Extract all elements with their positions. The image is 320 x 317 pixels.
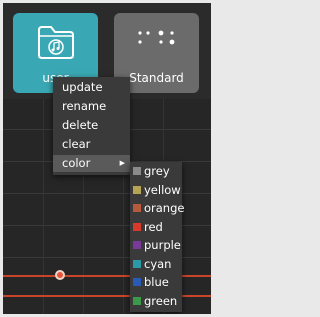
color-submenu: grey yellow orange red purple cyan blue xyxy=(130,162,185,312)
menu-item-delete[interactable]: delete xyxy=(53,117,130,134)
color-option-label: cyan xyxy=(144,256,172,271)
color-option-label: grey xyxy=(144,164,170,178)
dots-grid-icon xyxy=(138,30,175,45)
color-option-label: blue xyxy=(144,275,169,289)
menu-item-color[interactable]: color ▶ xyxy=(53,155,130,172)
color-swatch xyxy=(133,296,141,305)
color-option-label: orange xyxy=(144,201,185,215)
color-swatch xyxy=(133,167,141,175)
color-option-yellow[interactable]: yellow xyxy=(130,181,182,199)
color-option-label: purple xyxy=(144,238,181,252)
color-option-red[interactable]: red xyxy=(130,218,182,236)
color-swatch xyxy=(133,278,141,286)
menu-item-clear[interactable]: clear xyxy=(53,136,130,153)
context-menu: update rename delete clear color ▶ xyxy=(53,77,130,175)
menu-item-label: clear xyxy=(62,137,91,151)
color-option-cyan[interactable]: cyan xyxy=(130,255,182,273)
color-swatch xyxy=(133,222,141,231)
color-option-label: red xyxy=(144,219,163,234)
app-panel: user Standard ▼ update xyxy=(3,3,211,314)
grid-line xyxy=(43,99,44,314)
submenu-arrow-icon: ▶ xyxy=(119,159,125,167)
menu-item-label: color xyxy=(62,156,91,170)
color-swatch xyxy=(133,259,141,268)
color-option-label: green xyxy=(144,293,178,308)
color-option-orange[interactable]: orange xyxy=(130,199,185,217)
color-option-blue[interactable]: blue xyxy=(130,273,182,291)
color-option-green[interactable]: green xyxy=(130,292,182,310)
color-option-grey[interactable]: grey xyxy=(130,162,182,180)
folder-music-icon xyxy=(38,26,74,59)
menu-item-label: delete xyxy=(62,118,99,132)
color-option-purple[interactable]: purple xyxy=(130,236,182,254)
color-swatch xyxy=(133,185,141,194)
menu-item-label: rename xyxy=(62,99,107,113)
menu-item-rename[interactable]: rename xyxy=(53,98,130,115)
color-swatch xyxy=(133,241,141,249)
color-swatch xyxy=(133,204,141,212)
playhead-dot[interactable] xyxy=(55,270,65,280)
menu-item-label: update xyxy=(62,80,103,94)
menu-item-update[interactable]: update xyxy=(53,79,130,96)
color-option-label: yellow xyxy=(144,182,181,197)
